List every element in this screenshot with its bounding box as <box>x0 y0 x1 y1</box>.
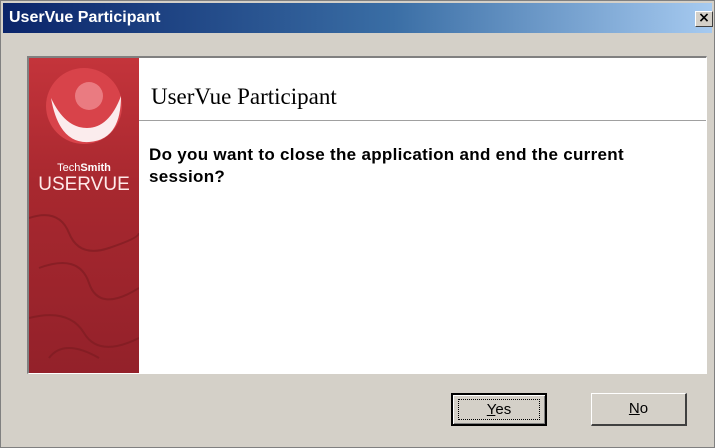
close-icon: × <box>698 10 710 26</box>
window-title: UserVue Participant <box>9 9 161 26</box>
brand-sidebar: TechSmith USERVUE <box>29 58 139 373</box>
vein-pattern-3 <box>29 314 139 348</box>
title-bar[interactable]: UserVue Participant × <box>3 3 713 33</box>
no-label-rest: o <box>639 400 649 417</box>
close-button[interactable]: × <box>695 11 713 27</box>
logo-highlight <box>75 82 103 110</box>
vein-pattern-2 <box>38 262 139 301</box>
dialog-header: UserVue Participant <box>139 58 706 121</box>
vein-pattern-1 <box>29 214 139 252</box>
brand-artwork <box>29 68 139 359</box>
yes-button[interactable]: Yes <box>451 393 547 426</box>
brand-product: USERVUE <box>38 174 130 195</box>
brand-company: TechSmith <box>29 162 139 174</box>
dialog-heading: UserVue Participant <box>151 84 337 109</box>
dialog-message: Do you want to close the application and… <box>149 145 624 186</box>
dialog-window: UserVue Participant × TechSmith USERVUE … <box>0 0 715 448</box>
content-panel: TechSmith USERVUE UserVue Participant Do… <box>27 56 707 374</box>
no-button[interactable]: No <box>591 393 687 426</box>
brand-company-suffix: Smith <box>80 162 111 174</box>
brand-company-prefix: Tech <box>57 162 81 174</box>
no-mnemonic: N <box>628 400 640 417</box>
vein-pattern-4 <box>48 347 100 359</box>
focus-rectangle <box>458 399 540 420</box>
